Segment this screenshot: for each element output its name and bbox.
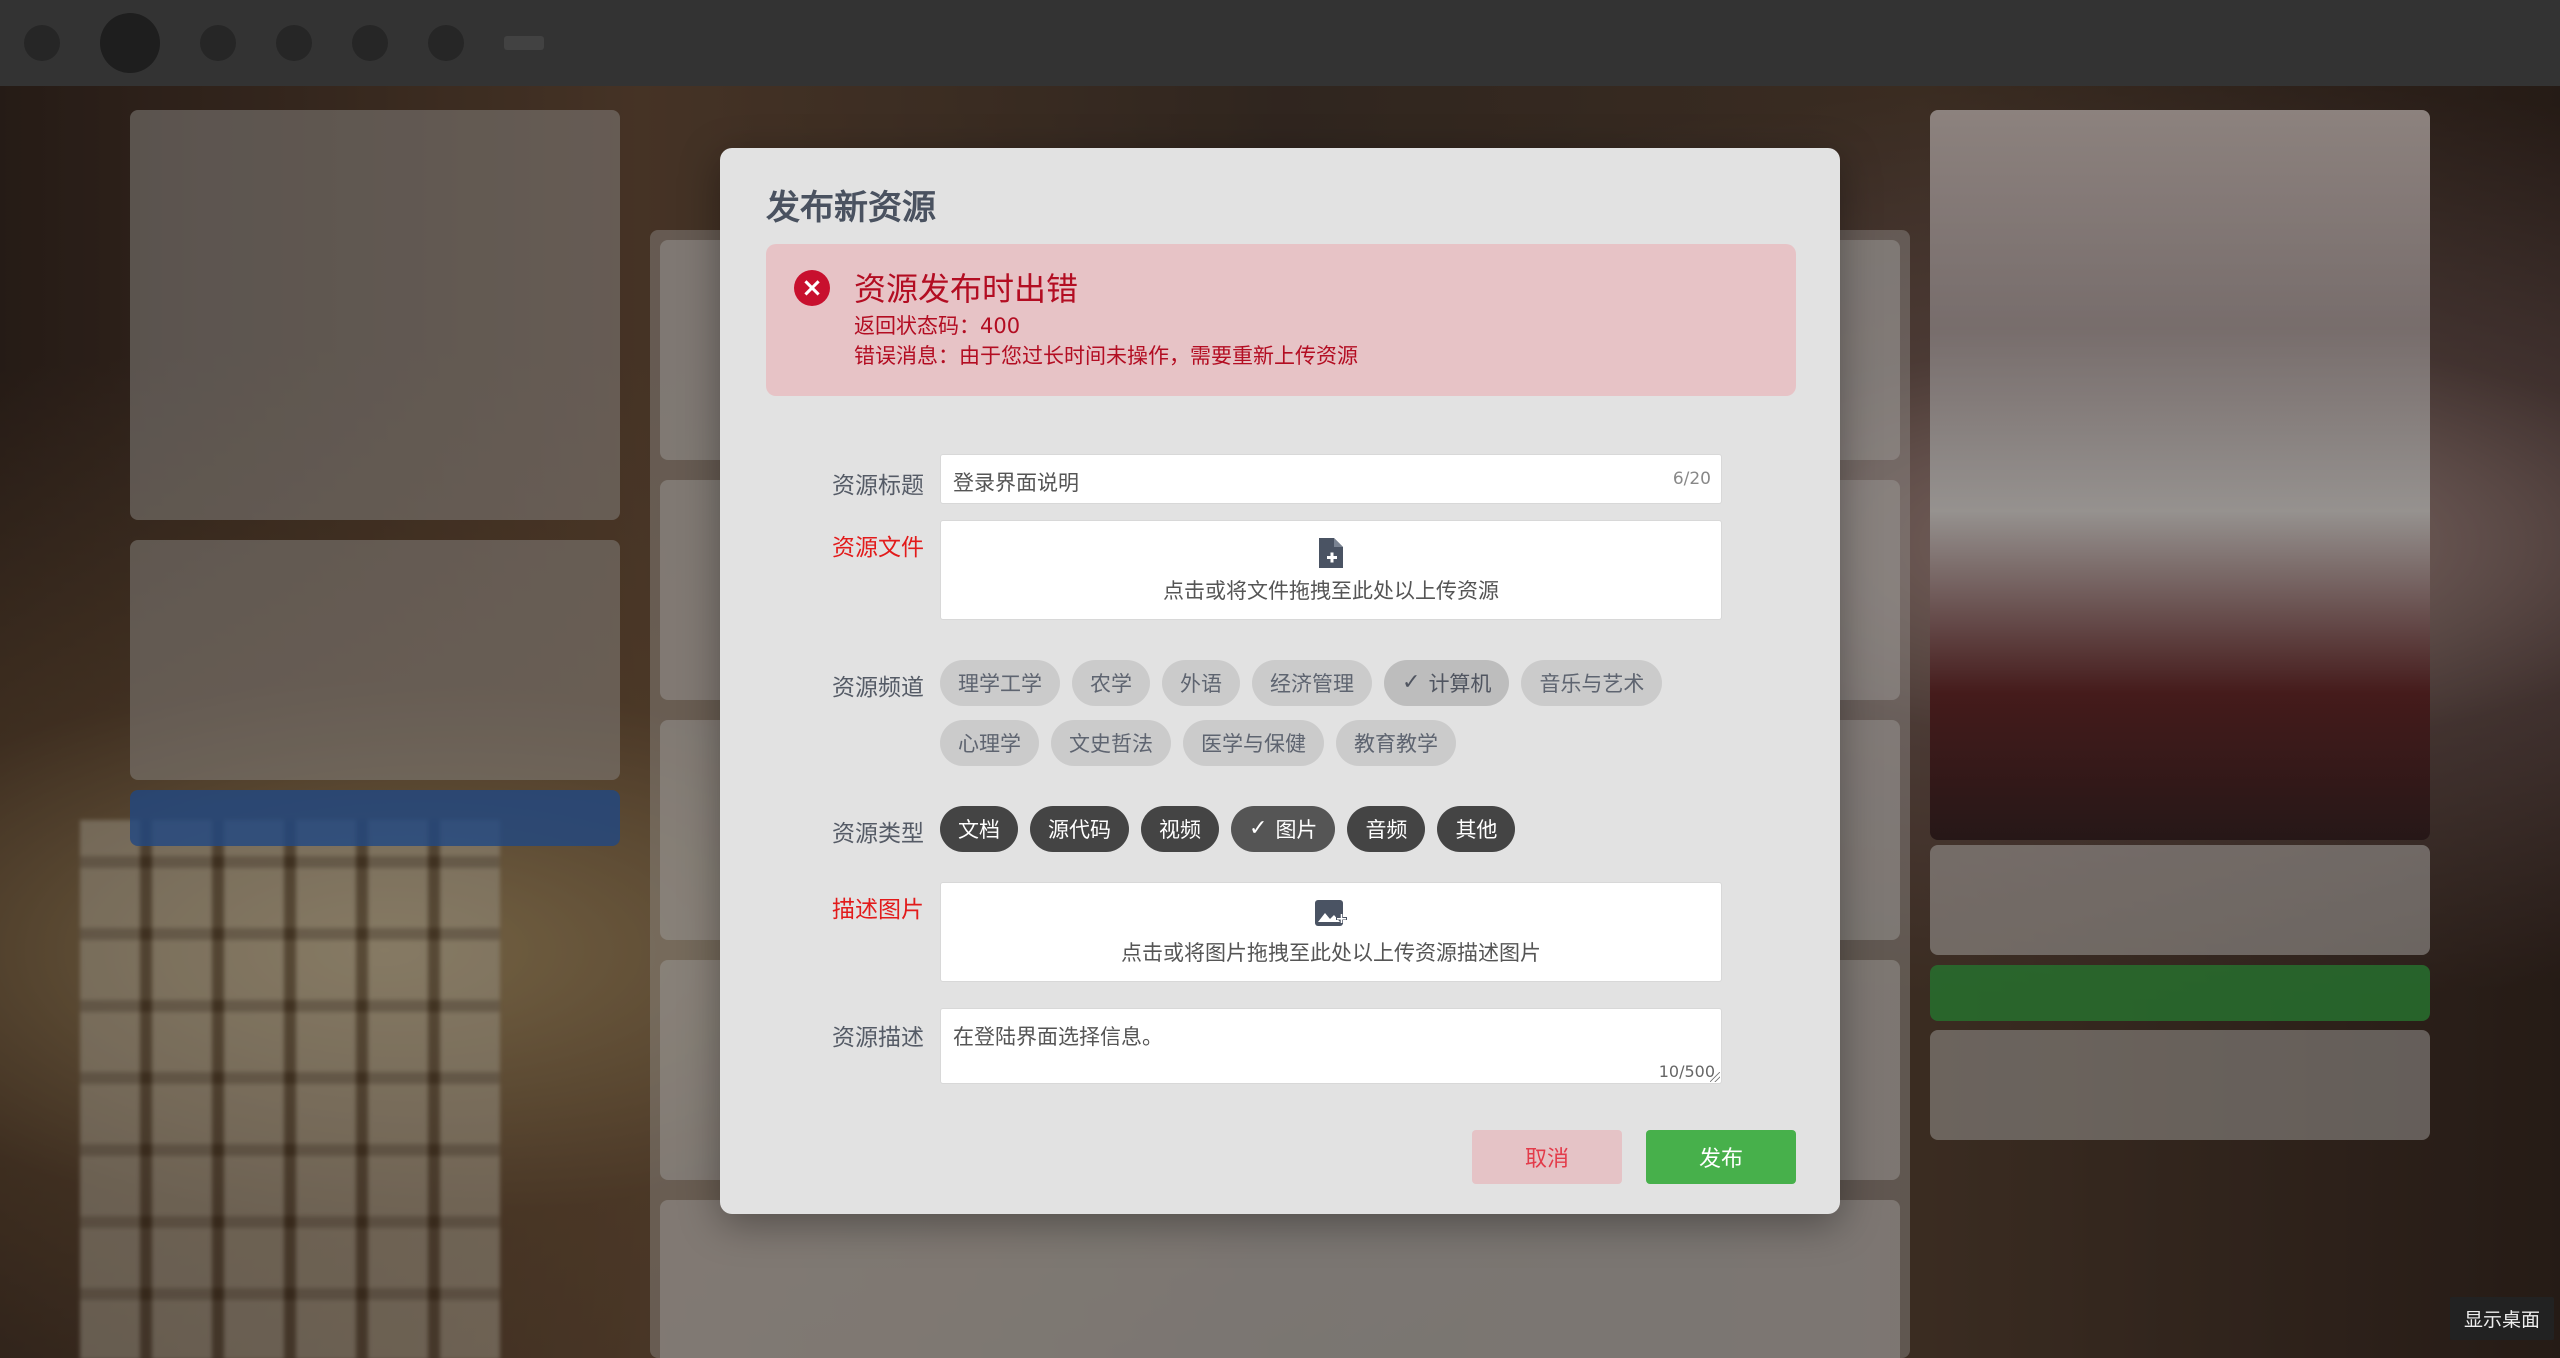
description-value: 在登陆界面选择信息。	[953, 1025, 1163, 1049]
channel-chip[interactable]: 医学与保健	[1183, 720, 1324, 766]
type-label: 资源类型	[832, 821, 924, 847]
channel-chip[interactable]: 音乐与艺术	[1521, 660, 1663, 706]
resize-handle-icon[interactable]	[1710, 1072, 1720, 1082]
title-input[interactable]: 登录界面说明 6/20	[940, 454, 1722, 504]
channel-chip-label: 文史哲法	[1069, 732, 1153, 756]
image-plus-icon	[1315, 900, 1347, 926]
show-desktop-tooltip: 显示桌面	[2449, 1297, 2554, 1340]
channel-chip-label: 计算机	[1428, 672, 1492, 696]
check-icon: ✓	[1249, 816, 1268, 841]
alert-status-code: 返回状态码：400	[854, 314, 1021, 338]
title-input-value: 登录界面说明	[953, 471, 1079, 495]
file-label: 资源文件	[832, 535, 924, 561]
file-plus-icon	[1319, 538, 1343, 568]
channel-chip-label: 农学	[1090, 672, 1132, 696]
channel-label: 资源频道	[832, 675, 924, 701]
type-chip[interactable]: 源代码	[1030, 806, 1129, 852]
title-label: 资源标题	[832, 473, 924, 499]
channel-chips-row2: 心理学 文史哲法 医学与保健 教育教学	[940, 720, 1456, 766]
publish-resource-dialog: 发布新资源 × 资源发布时出错 返回状态码：400 错误消息：由于您过长时间未操…	[720, 148, 1840, 1214]
description-label: 资源描述	[832, 1025, 924, 1051]
channel-chip[interactable]: 外语	[1162, 660, 1240, 706]
cancel-button[interactable]: 取消	[1472, 1130, 1622, 1184]
channel-chip-label: 经济管理	[1270, 672, 1354, 696]
type-chip[interactable]: 其他	[1437, 806, 1516, 852]
channel-chip-label: 教育教学	[1354, 732, 1438, 756]
channel-chip-label: 理学工学	[958, 672, 1042, 696]
channel-chip-label: 外语	[1180, 672, 1222, 696]
title-char-count: 6/20	[1672, 469, 1711, 489]
type-chip-label: 文档	[958, 818, 1000, 842]
channel-chip-label: 音乐与艺术	[1539, 672, 1645, 696]
type-chip[interactable]: ✓ 图片	[1231, 806, 1336, 852]
error-circle-icon: ×	[794, 270, 830, 306]
channel-chip[interactable]: 经济管理	[1252, 660, 1372, 706]
description-char-count: 10/500	[1658, 1062, 1715, 1081]
type-chip-label: 源代码	[1048, 818, 1111, 842]
type-chip-label: 其他	[1455, 818, 1498, 842]
channel-chip-label: 医学与保健	[1201, 732, 1306, 756]
image-label: 描述图片	[832, 897, 924, 923]
type-chip-label: 图片	[1275, 818, 1318, 842]
alert-message: 错误消息：由于您过长时间未操作，需要重新上传资源	[854, 344, 1358, 368]
file-upload-area[interactable]: 点击或将文件拖拽至此处以上传资源	[940, 520, 1722, 620]
type-chip[interactable]: 音频	[1347, 806, 1426, 852]
publish-button[interactable]: 发布	[1646, 1130, 1796, 1184]
channel-chip[interactable]: 教育教学	[1336, 720, 1456, 766]
type-chip-label: 视频	[1159, 818, 1201, 842]
channel-chip[interactable]: 文史哲法	[1051, 720, 1171, 766]
image-upload-text: 点击或将图片拖拽至此处以上传资源描述图片	[1121, 941, 1541, 965]
channel-chip[interactable]: 农学	[1072, 660, 1150, 706]
channel-chip[interactable]: ✓ 计算机	[1384, 660, 1510, 706]
alert-title: 资源发布时出错	[854, 270, 1079, 308]
channel-chip[interactable]: 心理学	[940, 720, 1039, 766]
type-chips: 文档 源代码 视频 ✓ 图片 音频 其他	[940, 806, 1516, 852]
type-chip-label: 音频	[1365, 818, 1408, 842]
channel-chips-row1: 理学工学 农学 外语 经济管理 ✓ 计算机 音乐与艺术	[940, 660, 1663, 706]
channel-chip[interactable]: 理学工学	[940, 660, 1060, 706]
image-upload-area[interactable]: 点击或将图片拖拽至此处以上传资源描述图片	[940, 882, 1722, 982]
dialog-title: 发布新资源	[766, 188, 936, 228]
description-textarea[interactable]: 在登陆界面选择信息。 10/500	[940, 1008, 1722, 1084]
type-chip[interactable]: 视频	[1141, 806, 1219, 852]
channel-chip-label: 心理学	[958, 732, 1021, 756]
check-icon: ✓	[1402, 670, 1421, 695]
error-alert: × 资源发布时出错 返回状态码：400 错误消息：由于您过长时间未操作，需要重新…	[766, 244, 1796, 396]
type-chip[interactable]: 文档	[940, 806, 1018, 852]
file-upload-text: 点击或将文件拖拽至此处以上传资源	[1163, 579, 1499, 603]
